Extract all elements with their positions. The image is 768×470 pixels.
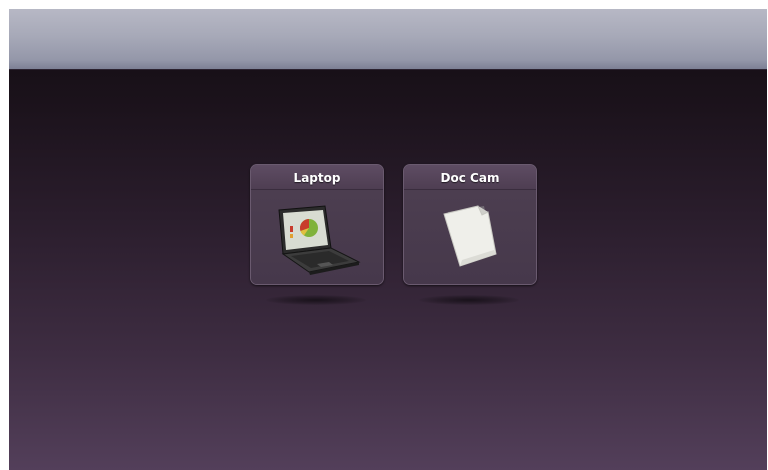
laptop-icon bbox=[278, 205, 361, 275]
doc-cam-tile-body bbox=[404, 190, 536, 284]
doc-cam-source-label: Doc Cam bbox=[404, 165, 536, 190]
doc-cam-source-button[interactable]: Doc Cam bbox=[403, 164, 537, 285]
laptop-source-button[interactable]: Laptop bbox=[250, 164, 384, 285]
laptop-source-label: Laptop bbox=[251, 165, 383, 190]
document-icon bbox=[443, 205, 497, 267]
laptop-tile-shadow bbox=[266, 295, 366, 305]
doc-cam-tile-shadow bbox=[419, 295, 519, 305]
touch-panel-screen: Laptop Doc Cam bbox=[9, 9, 767, 470]
header-bar bbox=[9, 9, 767, 70]
laptop-tile-body bbox=[251, 190, 383, 284]
